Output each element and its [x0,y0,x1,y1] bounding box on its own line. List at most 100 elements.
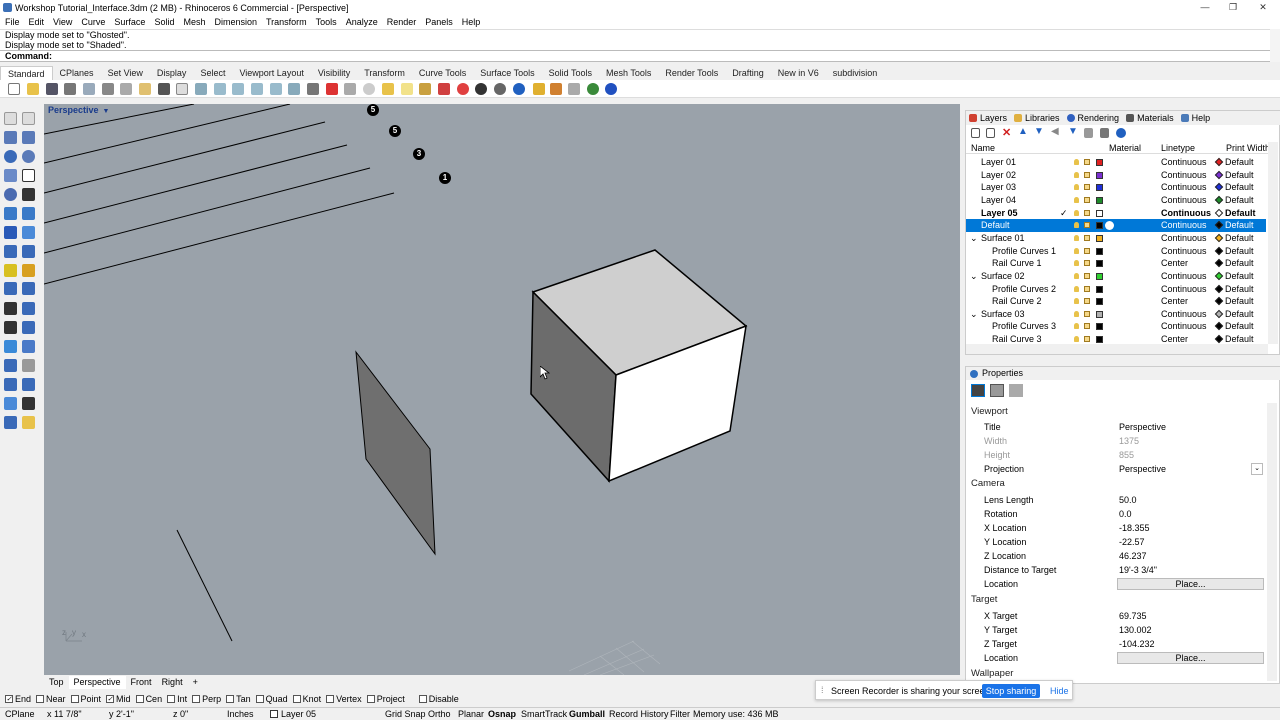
render-icon[interactable] [4,264,17,277]
column-print-width[interactable]: Print Width [1226,143,1270,153]
tab-render-tools[interactable]: Render Tools [658,66,725,80]
unlock-icon[interactable] [1084,209,1090,216]
y-location-input[interactable]: -22.57 [1119,535,1145,549]
layer-print-width[interactable]: Default [1225,308,1254,320]
print-color-icon[interactable] [1214,284,1224,293]
osnap-disable[interactable]: Disable [418,694,459,704]
light-bulb-icon[interactable] [1074,234,1079,241]
layer-linetype[interactable]: Continuous [1161,308,1207,320]
layer-row[interactable]: Layer 01 Continuous Default [966,156,1266,169]
trim-icon[interactable] [22,302,35,315]
osnap-cen[interactable]: Cen [135,694,162,704]
unlock-icon[interactable] [1084,159,1090,165]
move-up-icon[interactable]: ▲ [1018,126,1028,137]
layer-name[interactable]: Profile Curves 3 [992,320,1056,332]
unlock-icon[interactable] [1084,310,1090,317]
tab-standard[interactable]: Standard [0,66,53,80]
camera-place-button[interactable]: Place... [1117,578,1264,590]
layer-name[interactable]: Profile Curves 2 [992,283,1056,295]
section-viewport[interactable]: Viewport [971,406,1008,417]
surface-icon[interactable] [4,207,17,220]
polyline-icon[interactable] [22,131,35,144]
zoom-icon[interactable] [214,83,226,95]
record-history-toggle[interactable]: Record History [609,709,669,720]
properties-scrollbar[interactable] [1267,403,1277,681]
x-location-input[interactable]: -18.355 [1119,521,1150,535]
target-place-button[interactable]: Place... [1117,652,1264,664]
menu-help[interactable]: Help [457,15,485,29]
grid-snap-toggle[interactable]: Grid Snap [385,709,426,720]
checkbox-icon[interactable] [418,695,427,703]
layer-name[interactable]: Profile Curves 1 [992,245,1056,257]
curve-line[interactable] [44,144,348,224]
select-arrow-icon[interactable] [4,112,17,125]
smarttrack-toggle[interactable]: SmartTrack [521,709,567,720]
layer-icon[interactable] [382,83,394,95]
select-icon[interactable] [363,83,375,95]
tab-cplanes[interactable]: CPlanes [53,66,101,80]
stop-sharing-button[interactable]: Stop sharing [982,684,1040,698]
layer-print-width[interactable]: Default [1225,156,1254,168]
layer-linetype[interactable]: Center [1161,295,1188,307]
check-new-objects-icon[interactable] [587,83,599,95]
checkbox-icon[interactable] [226,695,235,703]
dimension-icon[interactable] [22,282,35,295]
object-properties-icon[interactable] [438,83,450,95]
light-bulb-icon[interactable] [1074,222,1079,229]
light-bulb-icon[interactable] [1074,171,1079,178]
section-camera[interactable]: Camera [971,478,1005,489]
print-color-icon[interactable] [1214,322,1224,331]
osnap-near[interactable]: Near [36,694,66,704]
boolean-icon[interactable] [4,378,17,391]
menu-transform[interactable]: Transform [261,15,311,29]
layer-hscrollbar[interactable] [966,344,1268,354]
layer-linetype[interactable]: Continuous [1161,219,1207,231]
command-prompt[interactable]: Command: [0,50,1270,62]
layer-help-icon[interactable] [1116,128,1126,138]
zoom-selected-icon[interactable] [270,83,282,95]
layer-name[interactable]: Layer 02 [981,169,1016,181]
chevron-down-icon[interactable]: ⌄ [1251,463,1263,475]
expand-chevron-icon[interactable]: ⌄ [970,232,978,244]
tab-visibility[interactable]: Visibility [311,66,357,80]
tab-surface-tools[interactable]: Surface Tools [473,66,541,80]
layer-color-swatch[interactable] [1096,196,1103,204]
layer-linetype[interactable]: Continuous [1161,320,1207,332]
cplane-icon[interactable] [326,83,338,95]
checkbox-icon[interactable] [167,695,176,703]
osnap-point[interactable]: Point [70,694,101,704]
viewport-tab-perspective[interactable]: Perspective [68,676,126,689]
tab-select[interactable]: Select [193,66,232,80]
gumball-toggle[interactable]: Gumball [569,709,605,720]
menu-edit[interactable]: Edit [24,15,49,29]
layer-print-width[interactable]: Default [1225,219,1254,231]
four-view-icon[interactable] [288,83,300,95]
curve-icon[interactable] [22,188,35,201]
light-bulb-icon[interactable] [1074,184,1079,191]
rotate-view-icon[interactable] [195,83,207,95]
layer-print-width[interactable]: Default [1225,169,1254,181]
osnap-knot[interactable]: Knot [292,694,321,704]
expand-chevron-icon[interactable]: ⌄ [970,308,978,320]
render-sphere-icon[interactable] [475,83,487,95]
block-icon[interactable] [22,359,35,372]
select-points-icon[interactable] [22,112,35,125]
viewport-properties-icon[interactable] [971,384,985,397]
close-button[interactable]: ✕ [1248,0,1278,15]
transform-icon[interactable] [4,282,17,295]
layer-print-width[interactable]: Default [1225,295,1254,307]
print-color-icon[interactable] [1214,157,1224,167]
osnap-quad[interactable]: Quad [255,694,288,704]
unlock-icon[interactable] [1084,336,1090,343]
panel-tab-libraries[interactable]: Libraries [1011,111,1064,125]
unlock-icon[interactable] [1084,323,1090,330]
layer-print-width[interactable]: Default [1225,207,1256,219]
light-bulb-icon[interactable] [1074,298,1079,305]
osnap-end[interactable]: ✓ End [5,694,31,704]
polygon-icon[interactable] [4,169,17,182]
join-icon[interactable] [22,321,35,334]
layer-row[interactable]: Profile Curves 3 Continuous Default [966,320,1266,333]
layer-name[interactable]: Layer 03 [981,181,1016,193]
status-units[interactable]: Inches [227,709,254,720]
print-color-icon[interactable] [1214,233,1224,243]
